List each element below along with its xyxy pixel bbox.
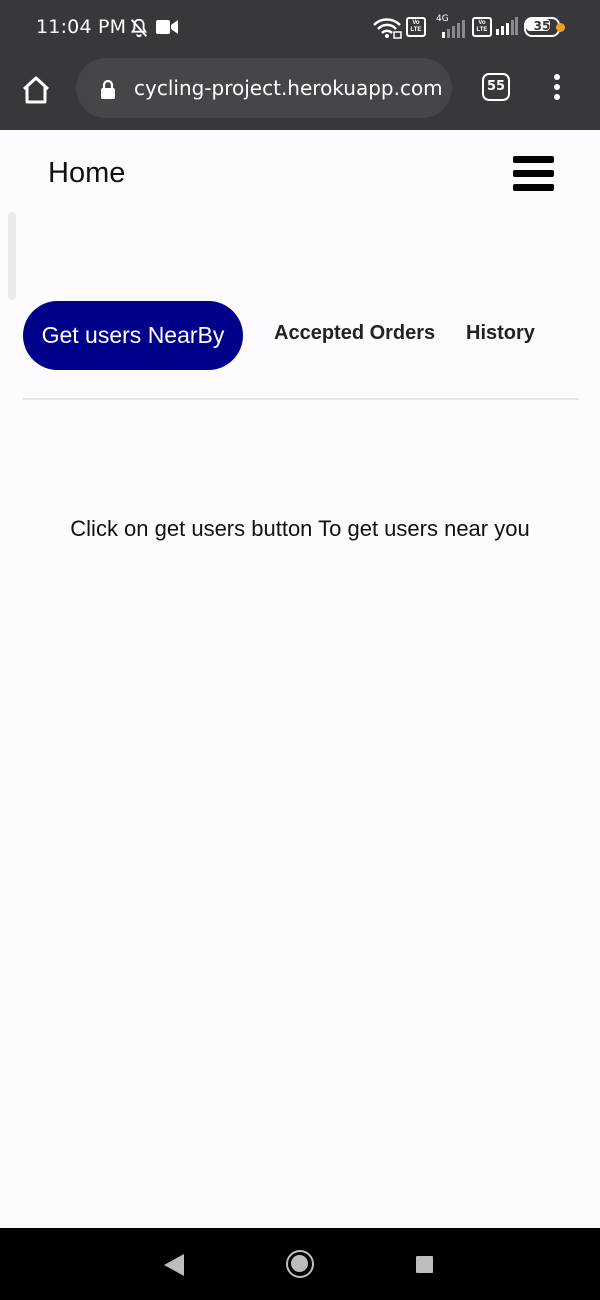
system-nav-bar bbox=[0, 1228, 600, 1300]
recents-icon[interactable] bbox=[416, 1256, 433, 1273]
page-title: Home bbox=[48, 157, 126, 189]
scroll-indicator bbox=[8, 212, 16, 300]
back-icon[interactable] bbox=[164, 1254, 184, 1276]
menu-dots-icon[interactable] bbox=[550, 74, 564, 104]
url-text[interactable]: cycling-project.herokuapp.com bbox=[134, 76, 446, 100]
home-button-icon[interactable] bbox=[286, 1250, 314, 1278]
volte-icon: Vo LTE bbox=[406, 17, 426, 37]
empty-state-message: Click on get users button To get users n… bbox=[70, 516, 530, 541]
url-bar[interactable]: cycling-project.herokuapp.com bbox=[76, 58, 452, 118]
wifi-icon bbox=[373, 18, 402, 39]
bell-off-icon bbox=[130, 18, 148, 38]
tab-history[interactable]: History bbox=[466, 322, 535, 345]
hamburger-menu-icon[interactable] bbox=[513, 156, 554, 192]
tabs-icon[interactable]: 55 bbox=[482, 73, 510, 101]
status-bar: 11:04 PM Vo LTE 4G Vo LTE 35 bbox=[0, 0, 600, 56]
status-time: 11:04 PM bbox=[36, 16, 127, 38]
signal-icon: 4G bbox=[432, 14, 468, 38]
tab-get-users-nearby[interactable]: Get users NearBy bbox=[23, 301, 243, 370]
lock-icon bbox=[101, 79, 115, 99]
battery-level: 35 bbox=[533, 19, 551, 33]
browser-toolbar: cycling-project.herokuapp.com 55 bbox=[0, 56, 600, 130]
battery-icon: 35 bbox=[524, 17, 566, 38]
tab-accepted-orders[interactable]: Accepted Orders bbox=[274, 322, 435, 345]
video-icon bbox=[156, 20, 178, 34]
volte-icon-2: Vo LTE bbox=[472, 17, 492, 37]
home-icon[interactable] bbox=[20, 74, 52, 106]
signal-icon-2 bbox=[496, 17, 518, 35]
tabs-divider bbox=[23, 398, 579, 400]
